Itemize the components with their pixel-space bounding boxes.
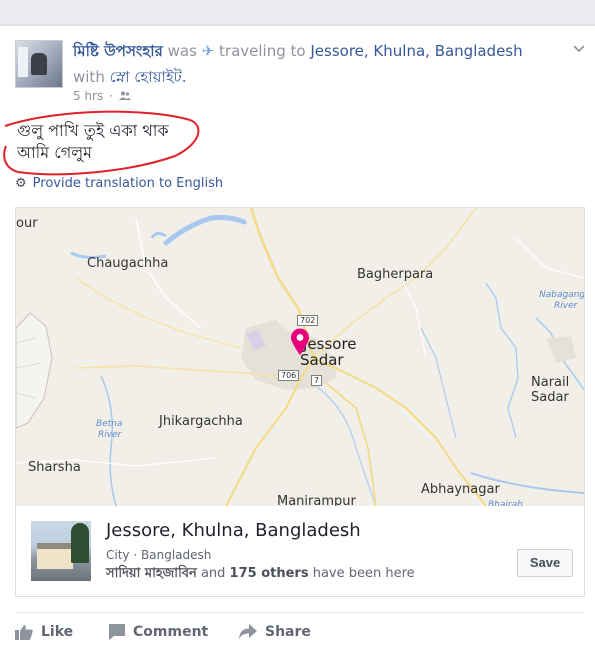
map-label: Jhikargachha [159, 414, 243, 429]
map-label: our [16, 216, 38, 231]
place-title[interactable]: Jessore, Khulna, Bangladesh [106, 520, 361, 542]
visited-suffix: have been here [312, 566, 415, 581]
separator-dot: · [133, 548, 138, 562]
tagged-friend-link[interactable]: স্নো হোয়াইট. [110, 68, 187, 86]
map-label: Sadar [531, 390, 569, 405]
place-country: Bangladesh [141, 548, 212, 562]
river-label: Betna [96, 419, 123, 429]
thumbnail-building [37, 543, 73, 569]
map-pin-icon [291, 328, 309, 355]
was-text: was [167, 42, 197, 60]
location-map[interactable]: our Chaugachha Bagherpara Jessore Sadar … [16, 208, 585, 510]
gear-icon: ⚙ [15, 176, 27, 191]
and-text: and [200, 566, 226, 581]
place-thumbnail[interactable] [31, 521, 91, 581]
place-info: Jessore, Khulna, Bangladesh City · Bangl… [16, 506, 584, 596]
others-count[interactable]: 175 others [230, 566, 309, 581]
share-icon [239, 624, 257, 639]
river-label: Nabagang [539, 290, 585, 300]
place-category: City [106, 548, 130, 562]
thumbnail-tree [71, 523, 89, 563]
map-label: Abhaynagar [421, 482, 500, 497]
avatar-person [31, 53, 47, 75]
translate-link[interactable]: Provide translation to English [33, 176, 223, 191]
share-button[interactable]: Share [239, 620, 311, 644]
timestamp-link[interactable]: 5 hrs [73, 89, 103, 103]
with-text: with [73, 68, 105, 86]
road-badge: 702 [297, 315, 319, 326]
red-annotation-circle [3, 110, 200, 176]
chevron-down-icon[interactable] [573, 42, 585, 57]
location-attachment[interactable]: our Chaugachha Bagherpara Jessore Sadar … [15, 207, 585, 597]
feed-top-strip [0, 0, 595, 25]
map-label: Narail [531, 375, 570, 390]
map-label: Sharsha [28, 460, 81, 475]
river-label: River [98, 430, 122, 440]
friends-icon[interactable] [118, 89, 131, 100]
thumbs-up-icon [15, 625, 33, 640]
comment-label: Comment [133, 624, 209, 640]
visitor-name[interactable]: সাদিয়া মাহজাবিন [106, 566, 197, 581]
map-label: Jessore [303, 335, 357, 353]
avatar-background [18, 47, 28, 77]
save-button[interactable]: Save [517, 549, 573, 577]
actions-divider [15, 612, 585, 613]
road-badge: 7 [311, 375, 323, 386]
like-label: Like [41, 624, 74, 640]
activity-text: traveling to [219, 42, 306, 60]
location-link[interactable]: Jessore, Khulna, Bangladesh [310, 42, 522, 60]
plane-icon: ✈ [201, 42, 215, 60]
place-subtitle: City · Bangladesh [106, 547, 211, 563]
river-label: River [554, 301, 578, 311]
author-name-link[interactable]: মিষ্টি উপসংহার [73, 42, 163, 60]
map-label: Bagherpara [357, 267, 434, 282]
post-header: মিষ্টি উপসংহার was ✈ traveling to Jessor… [73, 38, 563, 90]
post-meta: 5 hrs · [73, 88, 131, 104]
like-button[interactable]: Like [15, 620, 73, 644]
share-label: Share [265, 624, 311, 640]
map-label: Chaugachha [87, 256, 169, 271]
author-avatar[interactable] [15, 40, 63, 88]
place-visits: সাদিয়া মাহজাবিন and 175 others have bee… [106, 565, 415, 583]
translate-row: ⚙ Provide translation to English [15, 176, 223, 192]
comment-icon [109, 624, 125, 640]
comment-button[interactable]: Comment [109, 620, 208, 644]
road-badge: 706 [278, 370, 300, 381]
